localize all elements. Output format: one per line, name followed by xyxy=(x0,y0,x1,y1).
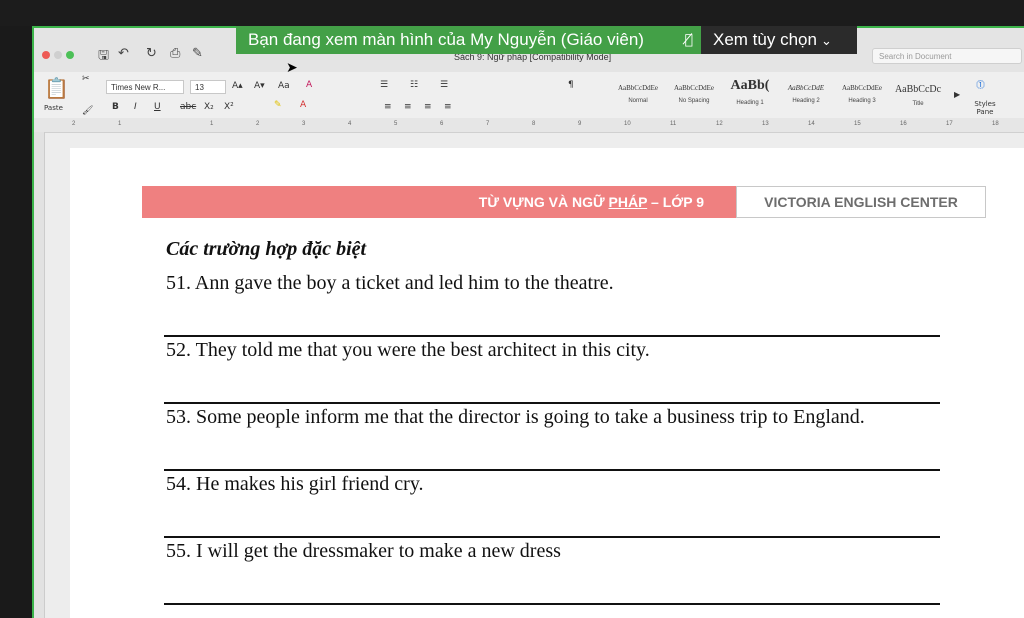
answer-line[interactable] xyxy=(164,536,940,538)
style-heading-2[interactable]: AaBbCcDdE Heading 2 xyxy=(780,78,832,114)
mic-muted-icon[interactable]: 🎙̸ xyxy=(685,26,693,54)
style-heading-1[interactable]: AaBb( Heading 1 xyxy=(724,78,776,114)
styles-more-icon[interactable]: ▶ xyxy=(954,90,960,99)
minimize-window-button[interactable] xyxy=(54,51,62,59)
pilcrow-icon[interactable]: ¶ xyxy=(568,80,574,90)
style-no-spacing[interactable]: AaBbCcDdEe No Spacing xyxy=(668,78,720,114)
ruler-number: 14 xyxy=(808,121,815,127)
style-normal[interactable]: AaBbCcDdEe Normal xyxy=(612,78,664,114)
grow-font-icon[interactable]: A▴ xyxy=(232,81,243,91)
ruler-number: 1 xyxy=(118,121,122,127)
top-bar xyxy=(0,0,1024,26)
ruler-number: 15 xyxy=(854,121,861,127)
styles-pane-label[interactable]: Styles Pane xyxy=(970,100,1000,116)
zoom-window-button[interactable] xyxy=(66,51,74,59)
close-window-button[interactable] xyxy=(42,51,50,59)
redo-icon[interactable]: ↻ xyxy=(146,46,157,61)
multilevel-icon[interactable]: ☰ xyxy=(440,80,448,90)
numbering-icon[interactable]: ☷ xyxy=(410,80,418,90)
ruler-number: 16 xyxy=(900,121,907,127)
chevron-down-icon: ⌄ xyxy=(820,34,832,49)
header-center-name: VICTORIA ENGLISH CENTER xyxy=(736,186,986,218)
style-title[interactable]: AaBbCcDc Title xyxy=(892,78,944,114)
ruler-number: 5 xyxy=(394,121,398,127)
change-case-icon[interactable]: Aa xyxy=(278,81,290,91)
align-left-icon[interactable]: ≡ xyxy=(384,102,392,112)
edit-icon[interactable]: ✎ xyxy=(192,46,203,61)
section-heading: Các trường hợp đặc biệt xyxy=(166,238,367,260)
justify-icon[interactable]: ≡ xyxy=(444,102,452,112)
header-title-underlined: PHÁP xyxy=(608,194,648,210)
exercise-item-52: 52. They told me that you were the best … xyxy=(166,339,650,361)
subscript-button[interactable]: X₂ xyxy=(204,102,214,112)
exercise-item-51: 51. Ann gave the boy a ticket and led hi… xyxy=(166,272,614,294)
align-right-icon[interactable]: ≡ xyxy=(424,102,432,112)
view-options-label: Xem tùy chọn xyxy=(713,30,817,49)
paste-icon[interactable]: 📋 xyxy=(44,76,69,100)
ruler-number: 3 xyxy=(302,121,306,127)
font-size-select[interactable]: 13 xyxy=(190,80,226,94)
style-heading-3[interactable]: AaBbCcDdEe Heading 3 xyxy=(836,78,888,114)
highlight-icon[interactable]: ✎ xyxy=(274,100,282,110)
underline-button[interactable]: U xyxy=(154,102,161,112)
answer-line[interactable] xyxy=(164,335,940,337)
paste-label: Paste xyxy=(44,104,63,112)
print-icon[interactable]: ⎙ xyxy=(170,46,180,61)
ruler-number: 7 xyxy=(486,121,490,127)
answer-line[interactable] xyxy=(164,469,940,471)
ruler-number: 18 xyxy=(992,121,999,127)
document-page[interactable]: TỪ VỰNG VÀ NGỮ PHÁP – LỚP 9 VICTORIA ENG… xyxy=(70,148,1024,618)
vertical-ruler[interactable] xyxy=(34,132,45,618)
align-center-icon[interactable]: ≡ xyxy=(404,102,412,112)
answer-line[interactable] xyxy=(164,402,940,404)
undo-icon[interactable]: ↶ xyxy=(118,46,129,61)
horizontal-ruler[interactable]: 2 1 1 2 3 4 5 6 7 8 9 10 11 12 13 14 15 … xyxy=(34,118,1024,133)
shared-screen: 🖫 ↶ ↻ ⎙ ✎ Sách 9: Ngữ pháp [Compatibilit… xyxy=(32,26,1024,618)
ruler-number: 10 xyxy=(624,121,631,127)
ruler-number: 8 xyxy=(532,121,536,127)
view-options-button[interactable]: Xem tùy chọn ⌄ xyxy=(701,26,857,54)
cut-icon[interactable]: ✂ xyxy=(82,74,90,84)
bullets-icon[interactable]: ☰ xyxy=(380,80,388,90)
ruler-number: 4 xyxy=(348,121,352,127)
ruler-number: 13 xyxy=(762,121,769,127)
format-painter-icon[interactable]: 🖌 xyxy=(82,106,93,116)
mouse-cursor-icon: ➤ xyxy=(286,60,298,76)
exercise-item-54: 54. He makes his girl friend cry. xyxy=(166,473,424,495)
styles-pane-icon[interactable]: ⓵ xyxy=(976,78,985,91)
ruler-number: 12 xyxy=(716,121,723,127)
header-title-part: TỪ VỰNG VÀ NGỮ xyxy=(478,194,609,210)
italic-button[interactable]: I xyxy=(134,102,137,112)
ruler-number: 9 xyxy=(578,121,582,127)
ruler-number: 6 xyxy=(440,121,444,127)
screen-share-text: Bạn đang xem màn hình của My Nguyễn (Giá… xyxy=(248,30,644,49)
ruler-number: 2 xyxy=(72,121,76,127)
shrink-font-icon[interactable]: A▾ xyxy=(254,81,265,91)
screen-share-banner: Bạn đang xem màn hình của My Nguyễn (Giá… xyxy=(236,26,701,54)
superscript-button[interactable]: X² xyxy=(224,102,234,112)
header-title-banner: TỪ VỰNG VÀ NGỮ PHÁP – LỚP 9 xyxy=(142,186,736,218)
strikethrough-button[interactable]: abc xyxy=(180,102,196,112)
ruler-number: 2 xyxy=(256,121,260,127)
exercise-item-53: 53. Some people inform me that the direc… xyxy=(166,406,865,428)
font-color-icon[interactable]: A xyxy=(300,100,306,110)
ruler-number: 11 xyxy=(670,121,677,127)
ruler-number: 1 xyxy=(210,121,214,127)
search-document-input[interactable]: Search in Document xyxy=(872,48,1022,64)
save-icon[interactable]: 🖫 xyxy=(98,46,109,68)
exercise-item-55: 55. I will get the dressmaker to make a … xyxy=(166,540,561,562)
clear-format-icon[interactable]: A xyxy=(306,80,312,90)
font-name-select[interactable]: Times New R... xyxy=(106,80,184,94)
ruler-number: 17 xyxy=(946,121,953,127)
bold-button[interactable]: B xyxy=(112,102,119,112)
answer-line[interactable] xyxy=(164,603,940,605)
header-title-part: – LỚP 9 xyxy=(647,194,704,210)
ribbon: 📋 Paste ✂ 🖌 Times New R... 13 A▴ A▾ Aa A… xyxy=(34,72,1024,119)
